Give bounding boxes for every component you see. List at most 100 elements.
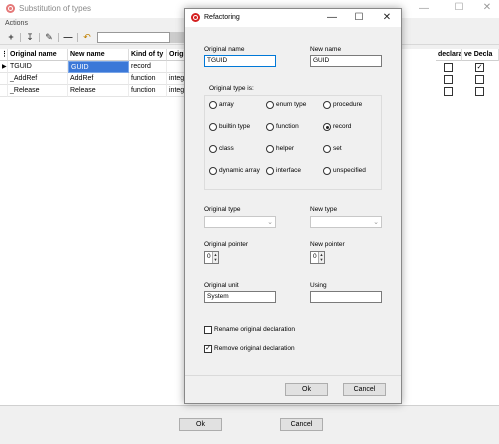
rename-declaration-label: Rename original declaration (214, 326, 295, 333)
remove-declaration-label: Remove original declaration (214, 345, 295, 352)
rename-declaration-checkbox[interactable] (204, 326, 212, 334)
cell-kind[interactable]: record (129, 61, 167, 73)
new-type-select[interactable]: ⌄ (310, 216, 382, 228)
minimize-icon[interactable]: — (414, 3, 434, 14)
using-label: Using (310, 282, 327, 289)
row-indicator (0, 85, 8, 97)
radio-builtin-type[interactable] (209, 123, 217, 131)
dialog-cancel-button[interactable]: Cancel (343, 383, 386, 396)
close-icon[interactable]: ✕ (477, 2, 497, 13)
column-header-new-name[interactable]: New name (68, 49, 129, 61)
maximize-icon[interactable]: ☐ (348, 11, 370, 25)
original-type-is-label: Original type is: (208, 85, 255, 92)
radio-label-builtin-type: builtin type (219, 123, 251, 130)
main-window-title: Substitution of types (19, 4, 92, 13)
radio-label-record: record (333, 123, 352, 130)
radio-label-set: set (333, 145, 342, 152)
declaration-checkbox[interactable] (444, 63, 453, 72)
search-input[interactable] (97, 32, 170, 43)
maximize-icon[interactable]: ☐ (449, 2, 469, 13)
cell-original[interactable] (167, 61, 185, 73)
spin-arrows-icon[interactable]: ▲ ▼ (212, 252, 218, 263)
main-ok-button[interactable]: Ok (179, 418, 222, 431)
remove-declaration-checkbox[interactable] (475, 87, 484, 96)
dialog-ok-button[interactable]: Ok (285, 383, 328, 396)
radio-procedure[interactable] (323, 101, 331, 109)
radio-set[interactable] (323, 145, 331, 153)
table-row[interactable]: _AddRef AddRef function intege (0, 73, 185, 85)
table-row[interactable]: _Release Release function intege (0, 85, 185, 97)
original-name-label: Original name (204, 46, 245, 53)
radio-function[interactable] (266, 123, 274, 131)
radio-label-function: function (276, 123, 299, 130)
using-field[interactable] (310, 291, 382, 303)
toolbar-separator (77, 33, 78, 42)
toolbar-separator (20, 33, 21, 42)
original-type-select[interactable]: ⌄ (204, 216, 276, 228)
chevron-down-icon: ⌄ (267, 219, 273, 226)
new-pointer-value: 0 (313, 253, 317, 260)
column-header-original[interactable]: Origi (167, 49, 185, 61)
tree-icon[interactable]: ↧ (23, 32, 37, 43)
cell-original[interactable]: intege (167, 73, 185, 85)
cell-new-name[interactable]: Release (68, 85, 129, 97)
declaration-checkbox[interactable] (444, 87, 453, 96)
minimize-icon[interactable]: — (321, 11, 343, 25)
remove-declaration-checkbox[interactable]: ✓ (475, 63, 484, 72)
column-header-original-name[interactable]: Original name (8, 49, 68, 61)
original-name-field[interactable]: TGUID (204, 55, 276, 67)
new-name-field[interactable]: GUID (310, 55, 382, 67)
radio-helper[interactable] (266, 145, 274, 153)
radio-unspecified[interactable] (323, 167, 331, 175)
cell-new-name[interactable]: AddRef (68, 73, 129, 85)
declaration-checkbox[interactable] (444, 75, 453, 84)
new-type-label: New type (310, 206, 338, 213)
table-row[interactable]: ▶ TGUID GUID record (0, 61, 185, 73)
original-pointer-spinner[interactable]: 0 ▲ ▼ (204, 251, 219, 264)
new-pointer-label: New pointer (310, 241, 345, 248)
toolbar-separator (39, 33, 40, 42)
main-button-bar: Ok Cancel (0, 405, 499, 444)
cell-original-name[interactable]: _AddRef (8, 73, 68, 85)
edit-icon[interactable]: ✎ (42, 32, 56, 43)
radio-label-helper: helper (276, 145, 295, 152)
radio-interface[interactable] (266, 167, 274, 175)
original-type-label: Original type (204, 206, 241, 213)
radio-label-dynamic-array: dynamic array (219, 167, 260, 174)
dialog-button-bar: Ok Cancel (185, 375, 401, 403)
refactoring-dialog: Refactoring — ☐ ✕ Original name TGUID Ne… (184, 8, 402, 404)
add-icon[interactable]: + (4, 32, 18, 43)
cell-original[interactable]: intege (167, 85, 185, 97)
column-header-kind[interactable]: Kind of ty (129, 49, 167, 61)
dialog-titlebar: Refactoring — ☐ ✕ (185, 9, 401, 27)
radio-class[interactable] (209, 145, 217, 153)
original-unit-field[interactable]: System (204, 291, 276, 303)
row-indicator (0, 73, 8, 85)
column-header-declaration[interactable]: declara (436, 49, 462, 61)
app-icon (191, 13, 200, 22)
remove-declaration-checkbox[interactable]: ✓ (204, 345, 212, 353)
cell-original-name[interactable]: _Release (8, 85, 68, 97)
radio-dynamic-array[interactable] (209, 167, 217, 175)
close-icon[interactable]: ✕ (376, 11, 398, 25)
new-pointer-spinner[interactable]: 0 ▲ ▼ (310, 251, 325, 264)
radio-array[interactable] (209, 101, 217, 109)
cell-kind[interactable]: function (129, 73, 167, 85)
remove-declaration-checkbox[interactable] (475, 75, 484, 84)
radio-enum-type[interactable] (266, 101, 274, 109)
actions-label: Actions (5, 20, 28, 27)
spin-arrows-icon[interactable]: ▲ ▼ (318, 252, 324, 263)
app-icon (6, 4, 15, 13)
cell-original-name[interactable]: TGUID (8, 61, 68, 73)
radio-record[interactable] (323, 123, 331, 131)
new-name-label: New name (310, 46, 342, 53)
cell-kind[interactable]: function (129, 85, 167, 97)
undo-icon[interactable]: ↶ (80, 32, 94, 43)
radio-label-unspecified: unspecified (333, 167, 366, 174)
remove-icon[interactable]: — (61, 32, 75, 43)
main-cancel-button[interactable]: Cancel (280, 418, 323, 431)
radio-label-class: class (219, 145, 234, 152)
column-header-remove-declaration[interactable]: ve Decla (462, 49, 499, 61)
cell-new-name[interactable]: GUID (68, 61, 129, 73)
radio-label-interface: interface (276, 167, 301, 174)
